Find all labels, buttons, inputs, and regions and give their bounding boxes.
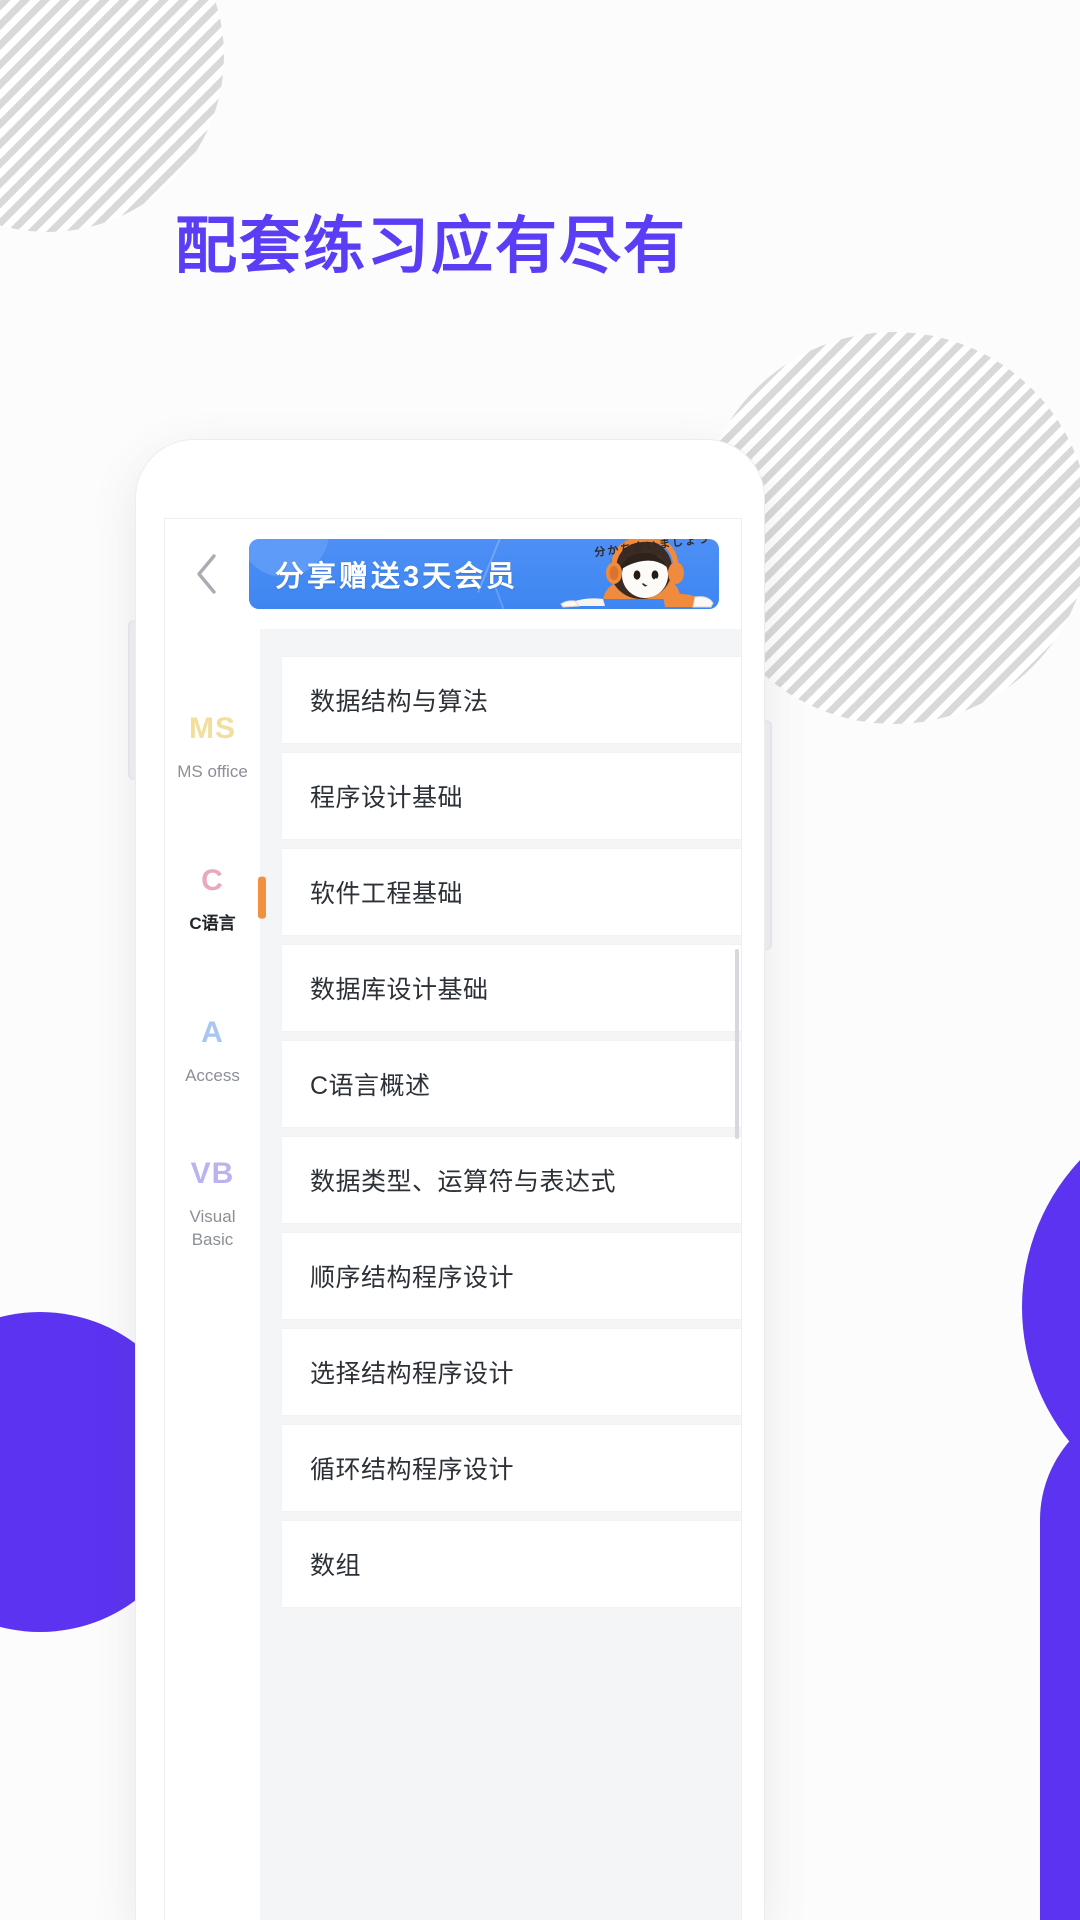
phone-screen: 分享赠送3天会员 分かち合いましょう MS MS office C C语言 A …	[164, 518, 742, 1920]
sidebar-item-ms-office[interactable]: MS MS office	[165, 673, 260, 825]
list-scrollbar[interactable]	[735, 949, 739, 1139]
sidebar-item-label: MS office	[177, 762, 248, 782]
chapter-title: 数据结构与算法	[310, 688, 489, 716]
chapter-title: 数据库设计基础	[310, 976, 489, 1004]
page-title: 配套练习应有尽有	[175, 212, 688, 281]
promo-banner[interactable]: 分享赠送3天会员 分かち合いましょう	[249, 539, 719, 609]
sidebar-item-c-language[interactable]: C C语言	[165, 825, 266, 977]
list-item[interactable]: C语言概述	[282, 1041, 741, 1127]
sidebar-item-label: Access	[185, 1066, 240, 1086]
sidebar-item-visual-basic[interactable]: VB Visual Basic	[165, 1129, 260, 1281]
chapter-title: 循环结构程序设计	[310, 1456, 515, 1484]
sidebar-item-access[interactable]: A Access	[165, 977, 260, 1129]
promo-stage: 配套练习应有尽有 分享赠送3天会员 分かち合いましょう MS MS office…	[0, 0, 1080, 1920]
list-item[interactable]: 数组	[282, 1521, 741, 1607]
chapter-title: 数组	[310, 1552, 362, 1580]
app-content: MS MS office C C语言 A Access VB Visual Ba…	[165, 629, 741, 1920]
chapter-title: 顺序结构程序设计	[310, 1264, 515, 1292]
chapter-title: C语言概述	[310, 1072, 431, 1100]
list-item[interactable]: 顺序结构程序设计	[282, 1233, 741, 1319]
purple-blob-bottom-right-shape	[1040, 1400, 1080, 1920]
list-item[interactable]: 循环结构程序设计	[282, 1425, 741, 1511]
access-icon: A	[201, 1016, 224, 1050]
list-item[interactable]: 数据结构与算法	[282, 657, 741, 743]
sidebar-item-label: C语言	[189, 914, 236, 934]
visual-basic-icon: VB	[190, 1156, 235, 1190]
list-item[interactable]: 选择结构程序设计	[282, 1329, 741, 1415]
app-topbar: 分享赠送3天会员 分かち合いましょう	[165, 519, 741, 629]
list-item[interactable]: 软件工程基础	[282, 849, 741, 935]
c-language-icon: C	[201, 864, 224, 898]
list-item[interactable]: 数据类型、运算符与表达式	[282, 1137, 741, 1223]
chapter-title: 软件工程基础	[310, 880, 464, 908]
category-sidebar: MS MS office C C语言 A Access VB Visual Ba…	[165, 629, 266, 1920]
list-item[interactable]: 程序设计基础	[282, 753, 741, 839]
back-button[interactable]	[165, 519, 249, 629]
banner-label: 分享赠送3天会员	[275, 561, 519, 593]
list-item[interactable]: 数据库设计基础	[282, 945, 741, 1031]
chapter-title: 数据类型、运算符与表达式	[310, 1168, 617, 1196]
chapter-title: 程序设计基础	[310, 784, 464, 812]
chapter-title: 选择结构程序设计	[310, 1360, 515, 1388]
striped-circle-top-left	[0, 0, 224, 232]
sidebar-item-label: Visual Basic	[189, 1206, 236, 1249]
chapter-list[interactable]: 数据结构与算法 程序设计基础 软件工程基础 数据库设计基础 C语言概述 数据类型…	[260, 629, 741, 1920]
ms-office-icon: MS	[189, 712, 236, 746]
